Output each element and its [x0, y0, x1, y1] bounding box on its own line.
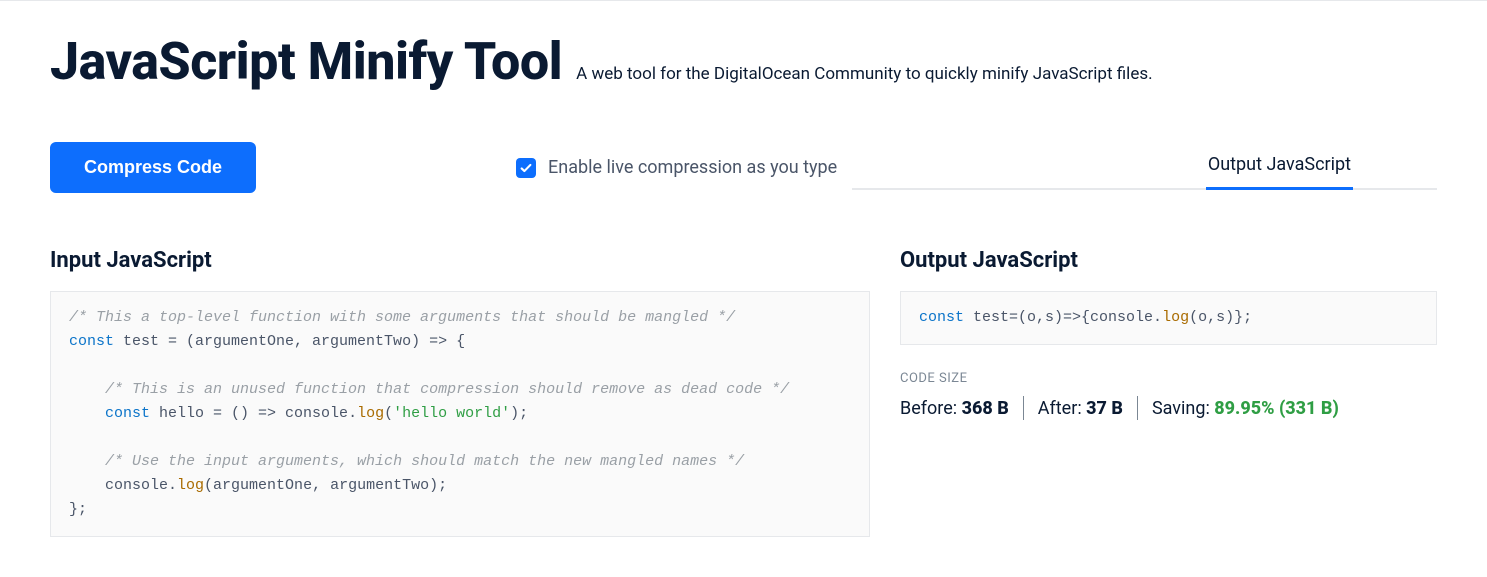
code-fn: log — [1162, 309, 1189, 326]
code-text: }; — [69, 501, 87, 518]
compress-button[interactable]: Compress Code — [50, 142, 256, 193]
controls-row: Compress Code Enable live compression as… — [50, 142, 1437, 193]
divider-icon — [1137, 396, 1138, 420]
code-size-stats: Before: 368 B After: 37 B Saving: 89.95%… — [900, 396, 1437, 420]
code-fn: log — [357, 405, 384, 422]
code-text: hello = () => console. — [150, 405, 357, 422]
live-compression-toggle[interactable]: Enable live compression as you type — [516, 157, 837, 178]
page-subtitle: A web tool for the DigitalOcean Communit… — [576, 64, 1152, 84]
stat-before: Before: 368 B — [900, 398, 1009, 419]
output-code-view[interactable]: const test=(o,s)=>{console.log(o,s)}; — [900, 291, 1437, 345]
code-text: (argumentOne, argumentTwo); — [204, 477, 447, 494]
live-compression-label: Enable live compression as you type — [548, 157, 837, 178]
input-panel: Input JavaScript /* This a top-level fun… — [50, 248, 870, 537]
page-title: JavaScript Minify Tool — [50, 31, 562, 92]
code-text: test = (argumentOne, argumentTwo) => { — [114, 333, 465, 350]
output-panel: Output JavaScript const test=(o,s)=>{con… — [900, 248, 1437, 537]
input-code-editor[interactable]: /* This a top-level function with some a… — [50, 291, 870, 537]
stat-saving: Saving: 89.95% (331 B) — [1152, 398, 1339, 419]
output-heading: Output JavaScript — [900, 248, 1437, 273]
stat-after-value: 37 B — [1086, 398, 1123, 419]
code-text: console. — [69, 477, 177, 494]
output-tabstrip: Output JavaScript — [852, 146, 1437, 190]
code-keyword: const — [69, 333, 114, 350]
code-keyword: const — [105, 405, 150, 422]
page-header: JavaScript Minify Tool A web tool for th… — [50, 31, 1437, 92]
code-comment: /* This a top-level function with some a… — [69, 309, 735, 326]
code-text: ( — [384, 405, 393, 422]
code-comment: /* Use the input arguments, which should… — [105, 453, 744, 470]
tab-output-javascript[interactable]: Output JavaScript — [1206, 146, 1353, 190]
stat-before-value: 368 B — [962, 398, 1009, 419]
code-text: ); — [510, 405, 528, 422]
code-string: 'hello world' — [393, 405, 510, 422]
input-heading: Input JavaScript — [50, 248, 870, 273]
checkbox-checked-icon — [516, 158, 536, 178]
divider-icon — [1023, 396, 1024, 420]
code-text: test=(o,s)=>{console. — [964, 309, 1162, 326]
code-fn: log — [177, 477, 204, 494]
code-comment: /* This is an unused function that compr… — [105, 381, 789, 398]
code-text: (o,s)}; — [1189, 309, 1252, 326]
code-size-label: CODE SIZE — [900, 371, 1437, 386]
stat-saving-value: 89.95% (331 B) — [1214, 398, 1339, 419]
code-keyword: const — [919, 309, 964, 326]
stat-after: After: 37 B — [1038, 398, 1123, 419]
